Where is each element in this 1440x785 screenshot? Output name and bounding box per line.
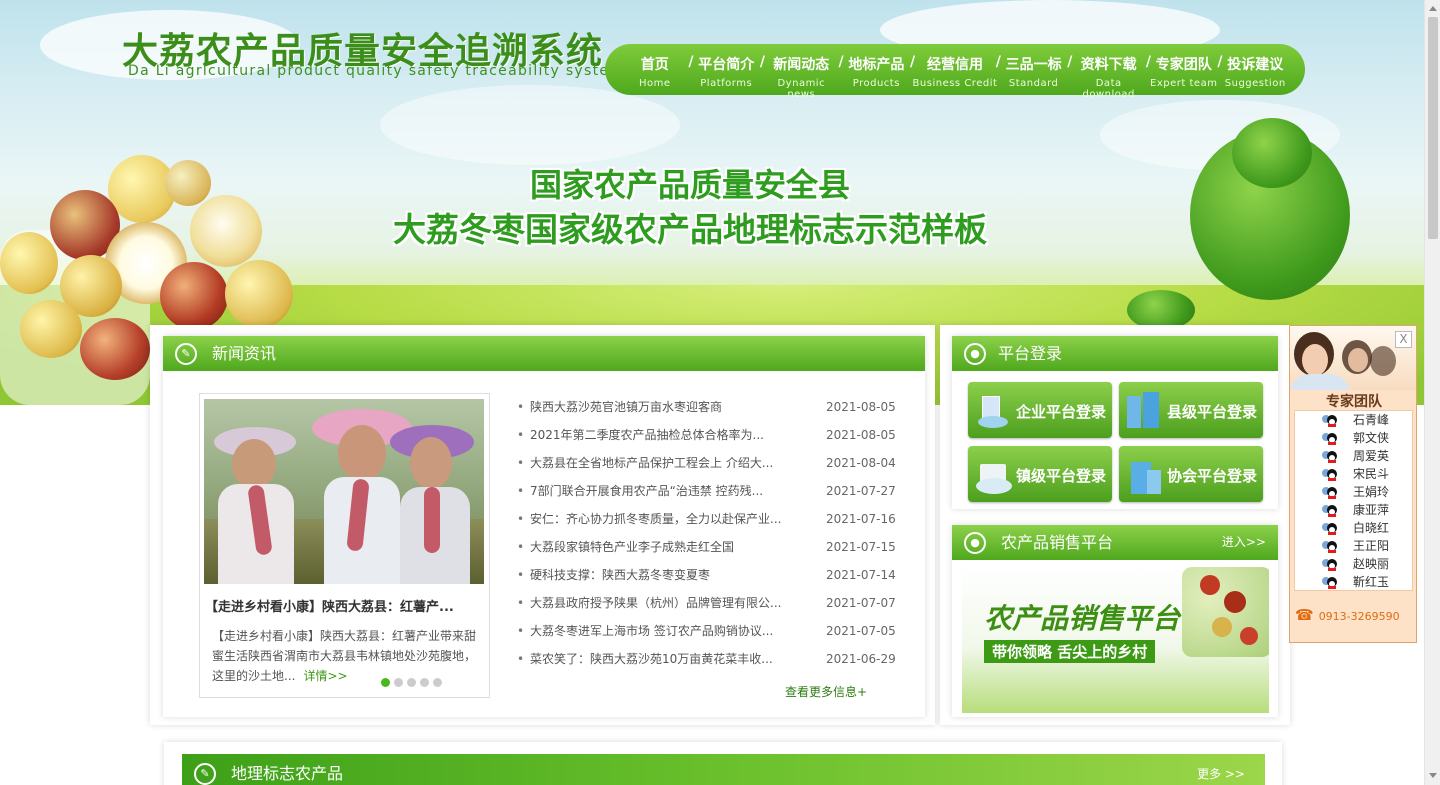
town-house-icon <box>974 454 1012 494</box>
expert-team-title: 专家团队 <box>1326 394 1382 410</box>
news-header-title: 新闻资讯 <box>212 344 277 363</box>
news-header: ✎ 新闻资讯 <box>163 336 925 371</box>
page-scrollbar[interactable] <box>1424 0 1440 785</box>
banner-slogan-line2: 大荔冬枣国家级农产品地理标志示范样板 <box>393 210 987 249</box>
leaf-icon: ✎ <box>194 763 216 785</box>
sales-platform-banner[interactable]: 农产品销售平台 带你领略 舌尖上的乡村 <box>962 567 1269 713</box>
main-nav: 首页 Home / 平台简介 Platforms / 新闻动态 Dynamic news /… <box>605 44 1305 100</box>
scrollbar-thumb[interactable] <box>1428 17 1438 239</box>
carousel-dot[interactable] <box>407 678 416 687</box>
qq-penguin-icon <box>1321 449 1338 464</box>
expert-item[interactable]: 康亚萍 <box>1295 501 1412 519</box>
qq-penguin-icon <box>1321 467 1338 482</box>
sales-banner-subtitle: 带你领略 舌尖上的乡村 <box>984 640 1156 663</box>
expert-phone: ☎ 0913-3269590 <box>1295 606 1400 624</box>
association-building-icon <box>1125 454 1163 494</box>
carousel-dots <box>381 678 442 687</box>
qq-penguin-icon <box>1321 539 1338 554</box>
geo-products-title: 地理标志农产品 <box>231 764 344 783</box>
scroll-up-arrow-icon[interactable] <box>1429 6 1437 11</box>
banner-slogan-line1: 国家农产品质量安全县 <box>529 166 850 204</box>
town-login-button[interactable]: 镇级平台登录 <box>968 446 1112 502</box>
carousel-dot[interactable] <box>381 678 390 687</box>
user-icon: ● <box>964 532 986 554</box>
geo-more-link[interactable]: 更多 >> <box>1197 754 1245 785</box>
login-header: ● 平台登录 <box>952 336 1278 371</box>
nav-home[interactable]: 首页 Home / <box>619 44 694 95</box>
nav-data-download[interactable]: 资料下载 Data download / <box>1069 44 1151 100</box>
association-login-label: 协会平台登录 <box>1166 467 1257 485</box>
qq-penguin-icon <box>1321 557 1338 572</box>
news-list-item[interactable]: • 大荔县在全省地标产品保护工程会上 介绍大... 2021-08-04 <box>517 453 897 481</box>
site-logo-subtitle: Da Li agricultural product quality safet… <box>128 63 625 79</box>
expert-item[interactable]: 白晓红 <box>1295 519 1412 537</box>
featured-news-photo[interactable] <box>204 399 484 584</box>
expert-item[interactable]: 靳红玉 <box>1295 573 1412 591</box>
close-expert-floater-button[interactable]: X <box>1395 331 1412 348</box>
user-icon: ● <box>964 343 986 365</box>
sales-header-title: 农产品销售平台 <box>1001 533 1114 552</box>
expert-item[interactable]: 王正阳 <box>1295 537 1412 555</box>
news-list-item[interactable]: • 安仁：齐心协力抓冬枣质量，全力以赴保产业... 2021-07-16 <box>517 509 897 537</box>
news-list: • 陕西大荔沙苑官池镇万亩水枣迎客商 2021-08-05 • 2021年第二季度农产… <box>517 397 897 677</box>
carousel-dot[interactable] <box>394 678 403 687</box>
enterprise-building-icon <box>974 390 1012 430</box>
news-list-item[interactable]: • 硬科技支撑：陕西大荔冬枣变夏枣 2021-07-14 <box>517 565 897 593</box>
geo-products-header: ✎ 地理标志农产品 更多 >> <box>182 754 1265 785</box>
bush-decoration <box>1127 290 1195 330</box>
expert-item[interactable]: 宋民斗 <box>1295 465 1412 483</box>
nav-business-credit[interactable]: 经营信用 Business Credit / <box>912 44 1001 95</box>
phone-icon: ☎ <box>1295 606 1314 624</box>
news-list-item[interactable]: • 菜农笑了：陕西大荔沙苑10万亩黄花菜丰收... 2021-06-29 <box>517 649 897 677</box>
nav-products[interactable]: 地标产品 Products / <box>841 44 915 95</box>
qq-penguin-icon <box>1321 503 1338 518</box>
nav-news[interactable]: 新闻动态 Dynamic news / <box>762 44 843 100</box>
sales-banner-title: 农产品销售平台 <box>984 602 1181 635</box>
nav-platforms[interactable]: 平台简介 Platforms / <box>690 44 765 95</box>
qq-penguin-icon <box>1321 413 1338 428</box>
qq-penguin-icon <box>1321 521 1338 536</box>
featured-news-more-link[interactable]: 详情>> <box>303 669 347 683</box>
scroll-down-arrow-icon[interactable] <box>1429 773 1437 778</box>
qq-penguin-icon <box>1321 431 1338 446</box>
cloud-decoration <box>380 85 680 165</box>
nav-standard[interactable]: 三品一标 Standard / <box>998 44 1073 95</box>
qq-penguin-icon <box>1321 485 1338 500</box>
qq-penguin-icon <box>1321 575 1338 590</box>
news-list-item[interactable]: • 7部门联合开展食用农产品“治违禁 控药残... 2021-07-27 <box>517 481 897 509</box>
expert-team-floater: X 专家团队 石青峰 郭文侠 周爱英 宋民斗 王娟玲 康亚萍 白晓红 王正阳 赵… <box>1289 325 1417 643</box>
enterprise-login-button[interactable]: 企业平台登录 <box>968 382 1112 438</box>
news-list-item[interactable]: • 陕西大荔沙苑官池镇万亩水枣迎客商 2021-08-05 <box>517 397 897 425</box>
county-login-button[interactable]: 县级平台登录 <box>1119 382 1263 438</box>
expert-item[interactable]: 周爱英 <box>1295 447 1412 465</box>
expert-item[interactable]: 郭文侠 <box>1295 429 1412 447</box>
featured-news-title[interactable]: 【走进乡村看小康】陕西大荔县：红薯产... <box>205 596 485 615</box>
featured-news-description: 【走进乡村看小康】陕西大荔县：红薯产业带来甜蜜生活陕西省渭南市大荔县韦林镇地处沙… <box>212 626 477 686</box>
leaf-icon: ✎ <box>175 343 197 365</box>
login-header-title: 平台登录 <box>998 344 1063 363</box>
expert-list: 石青峰 郭文侠 周爱英 宋民斗 王娟玲 康亚萍 白晓红 王正阳 赵映丽 靳红玉 <box>1294 410 1413 591</box>
news-list-item[interactable]: • 2021年第二季度农产品抽检总体合格率为... 2021-08-05 <box>517 425 897 453</box>
see-more-news-link[interactable]: 查看更多信息+ <box>785 683 867 700</box>
news-list-item[interactable]: • 大荔冬枣进军上海市场 签订农产品购销协议... 2021-07-05 <box>517 621 897 649</box>
nav-expert-team[interactable]: 专家团队 Expert team / <box>1148 44 1222 95</box>
expert-item[interactable]: 石青峰 <box>1295 411 1412 429</box>
carousel-dot[interactable] <box>420 678 429 687</box>
nav-suggestion[interactable]: 投诉建议 Suggestion <box>1219 44 1290 95</box>
association-login-button[interactable]: 协会平台登录 <box>1119 446 1263 502</box>
town-login-label: 镇级平台登录 <box>1015 467 1106 485</box>
sales-header: ● 农产品销售平台 进入>> <box>952 525 1278 560</box>
county-building-icon <box>1125 390 1163 430</box>
expert-item[interactable]: 赵映丽 <box>1295 555 1412 573</box>
expert-item[interactable]: 王娟玲 <box>1295 483 1412 501</box>
expert-phone-number: 0913-3269590 <box>1318 610 1400 623</box>
news-list-item[interactable]: • 大荔段家镇特色产业李子成熟走红全国 2021-07-15 <box>517 537 897 565</box>
news-list-item[interactable]: • 大荔县政府授予陕果（杭州）品牌管理有限公... 2021-07-07 <box>517 593 897 621</box>
sales-enter-link[interactable]: 进入>> <box>1222 525 1266 560</box>
enterprise-login-label: 企业平台登录 <box>1015 403 1106 421</box>
county-login-label: 县级平台登录 <box>1166 403 1257 421</box>
carousel-dot[interactable] <box>433 678 442 687</box>
